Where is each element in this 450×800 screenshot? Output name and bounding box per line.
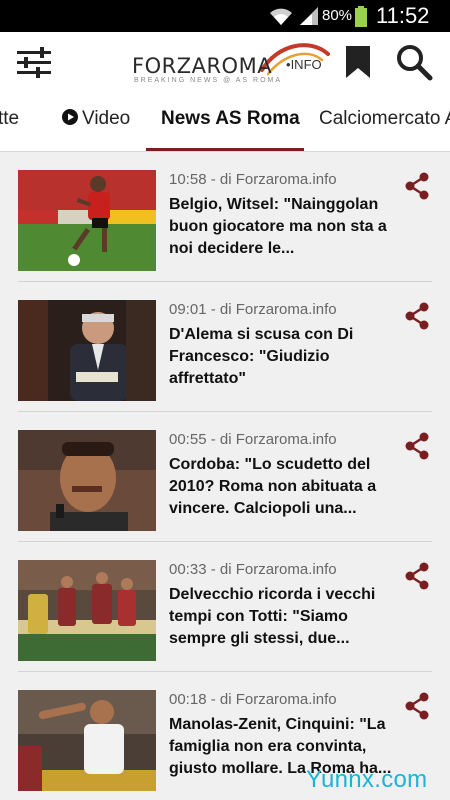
article-thumbnail[interactable] bbox=[18, 560, 156, 661]
play-circle-icon bbox=[62, 109, 78, 125]
share-button[interactable] bbox=[404, 302, 430, 330]
logo-tagline: BREAKING NEWS @ AS ROMA bbox=[134, 77, 283, 84]
category-tabs: tte Video News AS Roma Calciomercato A bbox=[0, 92, 450, 152]
forzaroma-logo[interactable]: FORZAROMA •INFO BREAKING NEWS @ AS ROMA bbox=[130, 40, 330, 86]
battery-percent: 80% bbox=[322, 7, 353, 24]
article-headline[interactable]: Cordoba: "Lo scudetto del 2010? Roma non… bbox=[169, 454, 399, 520]
article-thumbnail[interactable] bbox=[18, 300, 156, 401]
article-thumbnail[interactable] bbox=[18, 430, 156, 531]
share-icon bbox=[405, 562, 429, 590]
filter-menu-button[interactable] bbox=[14, 42, 56, 82]
article-thumbnail[interactable] bbox=[18, 690, 156, 791]
signal-icon bbox=[300, 7, 318, 25]
logo-wordmark: FORZAROMA bbox=[132, 54, 273, 78]
app-bar: FORZAROMA •INFO BREAKING NEWS @ AS ROMA bbox=[0, 32, 450, 92]
share-icon bbox=[405, 432, 429, 460]
tab-news-as-roma[interactable]: News AS Roma bbox=[161, 108, 300, 130]
article-headline[interactable]: Delvecchio ricorda i vecchi tempi con To… bbox=[169, 584, 399, 650]
wifi-icon bbox=[270, 8, 292, 25]
share-button[interactable] bbox=[404, 562, 430, 590]
article-meta: 09:01 - di Forzaroma.info bbox=[169, 301, 337, 318]
article-item[interactable]: 09:01 - di Forzaroma.info D'Alema si scu… bbox=[18, 282, 432, 412]
share-icon bbox=[405, 172, 429, 200]
clock: 11:52 bbox=[376, 3, 430, 28]
tab-video[interactable]: Video bbox=[82, 108, 130, 130]
share-icon bbox=[405, 692, 429, 720]
article-item[interactable]: 00:55 - di Forzaroma.info Cordoba: "Lo s… bbox=[18, 412, 432, 542]
article-headline[interactable]: Belgio, Witsel: "Nainggolan buon giocato… bbox=[169, 194, 399, 260]
tab-all[interactable]: tte bbox=[0, 108, 19, 130]
article-item[interactable]: 00:33 - di Forzaroma.info Delvecchio ric… bbox=[18, 542, 432, 672]
article-headline[interactable]: D'Alema si scusa con Di Francesco: "Giud… bbox=[169, 324, 399, 390]
article-list: 10:58 - di Forzaroma.info Belgio, Witsel… bbox=[0, 152, 450, 800]
article-meta: 00:18 - di Forzaroma.info bbox=[169, 691, 337, 708]
bookmark-button[interactable] bbox=[341, 44, 375, 80]
logo-tld: •INFO bbox=[286, 57, 322, 72]
search-button[interactable] bbox=[394, 42, 434, 82]
article-meta: 00:33 - di Forzaroma.info bbox=[169, 561, 337, 578]
search-icon bbox=[397, 45, 433, 81]
sliders-icon bbox=[17, 47, 51, 78]
share-button[interactable] bbox=[404, 692, 430, 720]
article-meta: 10:58 - di Forzaroma.info bbox=[169, 171, 337, 188]
watermark: Yunnx.com bbox=[306, 766, 428, 793]
bookmark-icon bbox=[346, 46, 370, 78]
battery-icon bbox=[355, 6, 367, 27]
article-thumbnail[interactable] bbox=[18, 170, 156, 271]
tab-calciomercato[interactable]: Calciomercato A bbox=[319, 108, 450, 130]
share-icon bbox=[405, 302, 429, 330]
article-meta: 00:55 - di Forzaroma.info bbox=[169, 431, 337, 448]
share-button[interactable] bbox=[404, 172, 430, 200]
status-bar: 80% 11:52 bbox=[0, 0, 450, 32]
share-button[interactable] bbox=[404, 432, 430, 460]
article-item[interactable]: 10:58 - di Forzaroma.info Belgio, Witsel… bbox=[18, 152, 432, 282]
